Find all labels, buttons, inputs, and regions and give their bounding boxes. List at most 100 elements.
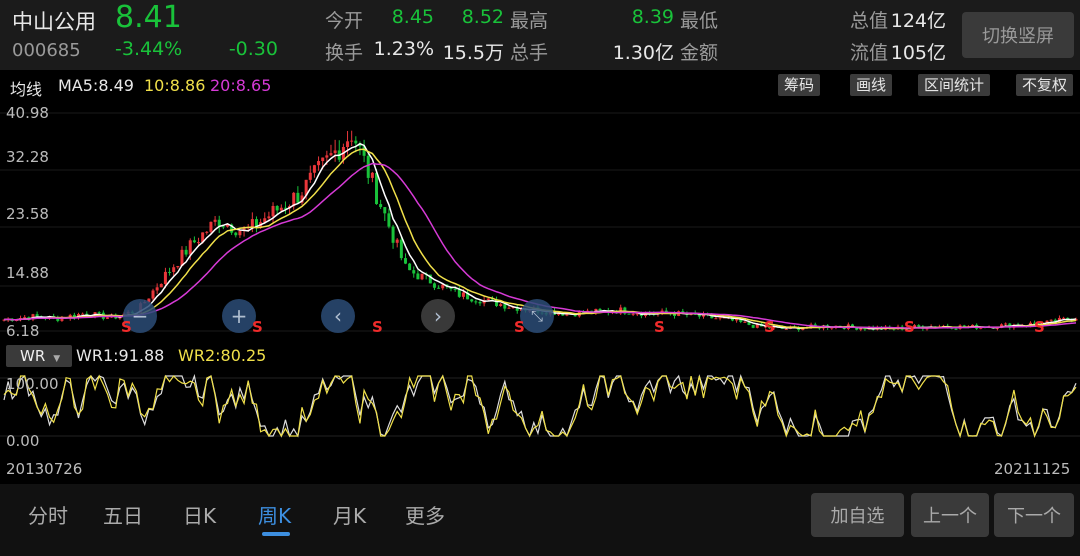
indicator-label: WR [20,347,46,365]
candle-body [275,205,279,211]
stock-code: 000685 [12,40,81,61]
range-stats-button[interactable]: 区间统计 [918,74,991,96]
candle-body [296,192,300,203]
draw-line-button[interactable]: 画线 [850,74,893,96]
candle-body [151,290,155,299]
candle-body [461,292,465,297]
candle-body [412,270,416,274]
candle-body [375,172,379,205]
candle-body [159,283,163,288]
candle-body [238,230,242,236]
price-tick: 14.88 [6,264,49,282]
candle-body [346,141,350,148]
minus-icon: − [131,304,149,328]
price-tick: 32.28 [6,148,49,166]
ma5-value: MA5:8.49 [58,76,134,95]
price-tick: 40.98 [6,104,49,122]
candle-body [499,304,503,307]
scroll-right-button[interactable]: › [421,299,455,333]
candle-body [97,312,101,314]
candle-body [234,232,238,236]
candle-body [743,321,747,323]
sell-signal-marker: S [372,318,383,336]
add-watchlist-button[interactable]: 加自选 [811,493,904,537]
candle-body [250,219,254,228]
wr-tick: 100.00 [6,375,59,393]
chips-button[interactable]: 筹码 [778,74,821,96]
candle-body [35,314,39,317]
candle-body [403,258,407,264]
candle-body [217,219,221,227]
candle-body [627,313,631,315]
candle-body [395,239,399,243]
candle-body [354,140,358,144]
candle-body [1004,323,1008,325]
collapse-button[interactable]: ⤡ [520,299,554,333]
candle-body [366,155,370,178]
candle-body [751,324,755,328]
stat-label: 最低 [680,10,719,32]
stat-value: 124亿 [890,10,946,32]
period-tab[interactable]: 分时 [28,500,68,529]
previous-button[interactable]: 上一个 [911,493,989,537]
candle-body [329,153,333,156]
scroll-left-button[interactable]: ‹ [321,299,355,333]
candle-body [486,298,490,300]
candle-body [105,317,109,319]
dropdown-icon: ▼ [53,354,61,364]
period-tab[interactable]: 周K [258,500,291,536]
candle-body [399,239,403,259]
period-tab[interactable]: 更多 [405,500,445,529]
adjust-mode-button[interactable]: 不复权 [1016,74,1074,96]
candle-body [379,204,383,208]
period-tab[interactable]: 五日 [103,500,143,529]
candle-body [163,271,167,284]
switch-portrait-button[interactable]: 切换竖屏 [962,12,1074,58]
stock-price: 8.41 [115,0,182,35]
sell-signal-marker: S [252,318,263,336]
zoom-in-button[interactable]: + [222,299,256,333]
candle-body [213,219,217,222]
wr-chart[interactable] [0,370,1080,455]
candle-body [784,328,788,330]
candle-body [383,207,387,214]
candle-body [387,213,391,227]
active-tab-indicator [262,532,290,536]
ma20-value: 20:8.65 [210,76,272,95]
candle-body [1062,317,1066,319]
period-tab[interactable]: 月K [333,500,366,529]
chevron-right-icon: › [434,304,442,328]
candle-body [321,157,325,162]
stat-value: 8.52 [461,6,504,28]
candle-body [172,267,176,272]
sell-signal-marker: S [764,318,775,336]
sell-signal-marker: S [121,318,132,336]
indicator-selector[interactable]: WR ▼ [6,345,72,367]
x-start-date: 20130726 [6,460,83,478]
x-end-date: 20211125 [994,460,1071,478]
wr-tick: 0.00 [6,432,40,450]
sell-signal-marker: S [904,318,915,336]
sell-signal-marker: S [654,318,665,336]
candle-body [391,226,395,243]
price-tick: 23.58 [6,205,49,223]
next-button[interactable]: 下一个 [994,493,1074,537]
candle-body [420,273,424,280]
candle-body [408,263,412,271]
change-pct: -3.44% [115,38,183,60]
stat-label: 金额 [680,42,719,64]
candle-body [221,226,225,228]
candle-body [416,273,420,280]
candle-body [507,307,511,309]
wr1-line [3,373,1077,439]
candle-body [325,155,329,158]
period-tab[interactable]: 日K [183,500,216,529]
wr2-line [3,374,1077,439]
candle-body [176,266,180,268]
candle-body [859,328,863,330]
chevron-left-icon: ‹ [334,304,342,328]
stock-name: 中山公用 [12,10,96,34]
quote-header: 中山公用 8.41 000685 -3.44% -0.30 今开 8.45 最高 8.… [0,0,1080,70]
ma-title: 均线 [10,80,43,99]
candle-body [474,301,478,303]
